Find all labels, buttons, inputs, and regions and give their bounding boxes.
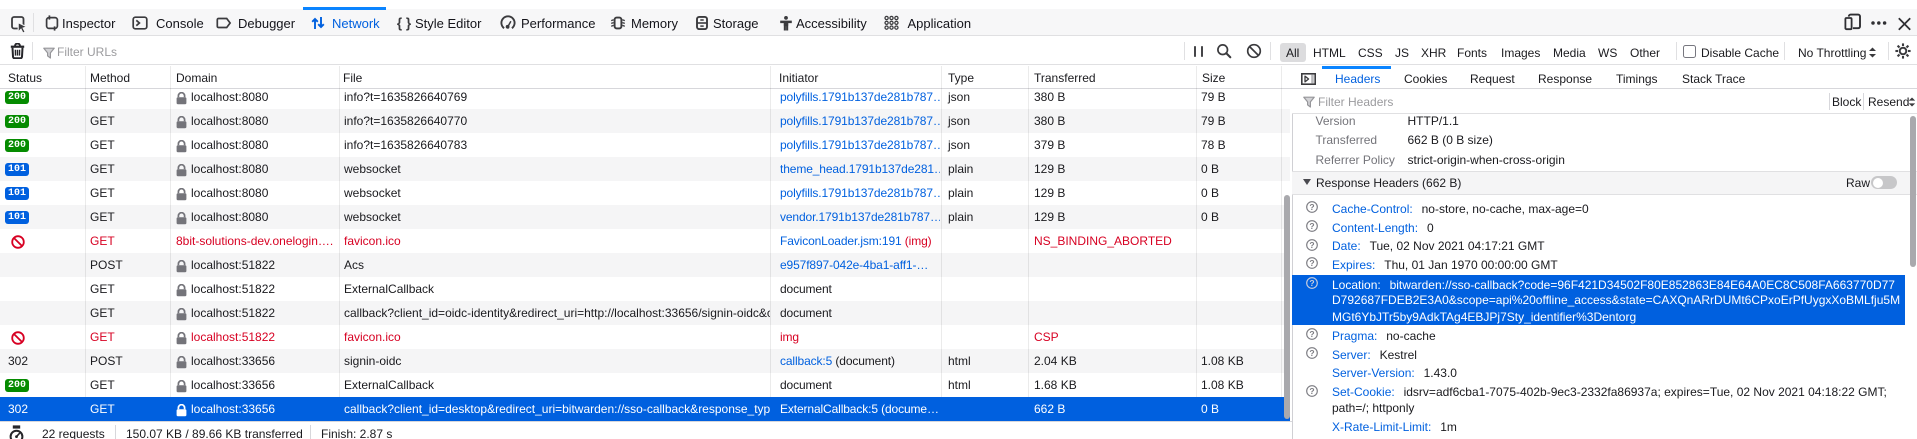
svg-text:?: ? (1309, 278, 1314, 288)
svg-text:?: ? (1309, 202, 1314, 212)
svg-text:?: ? (1309, 348, 1314, 358)
svg-text:?: ? (1309, 329, 1314, 339)
svg-text:{ }: { } (397, 15, 412, 30)
svg-text:?: ? (1309, 221, 1314, 231)
svg-text:?: ? (1309, 258, 1314, 268)
svg-text:?: ? (1309, 240, 1314, 250)
svg-text:?: ? (1309, 386, 1314, 396)
